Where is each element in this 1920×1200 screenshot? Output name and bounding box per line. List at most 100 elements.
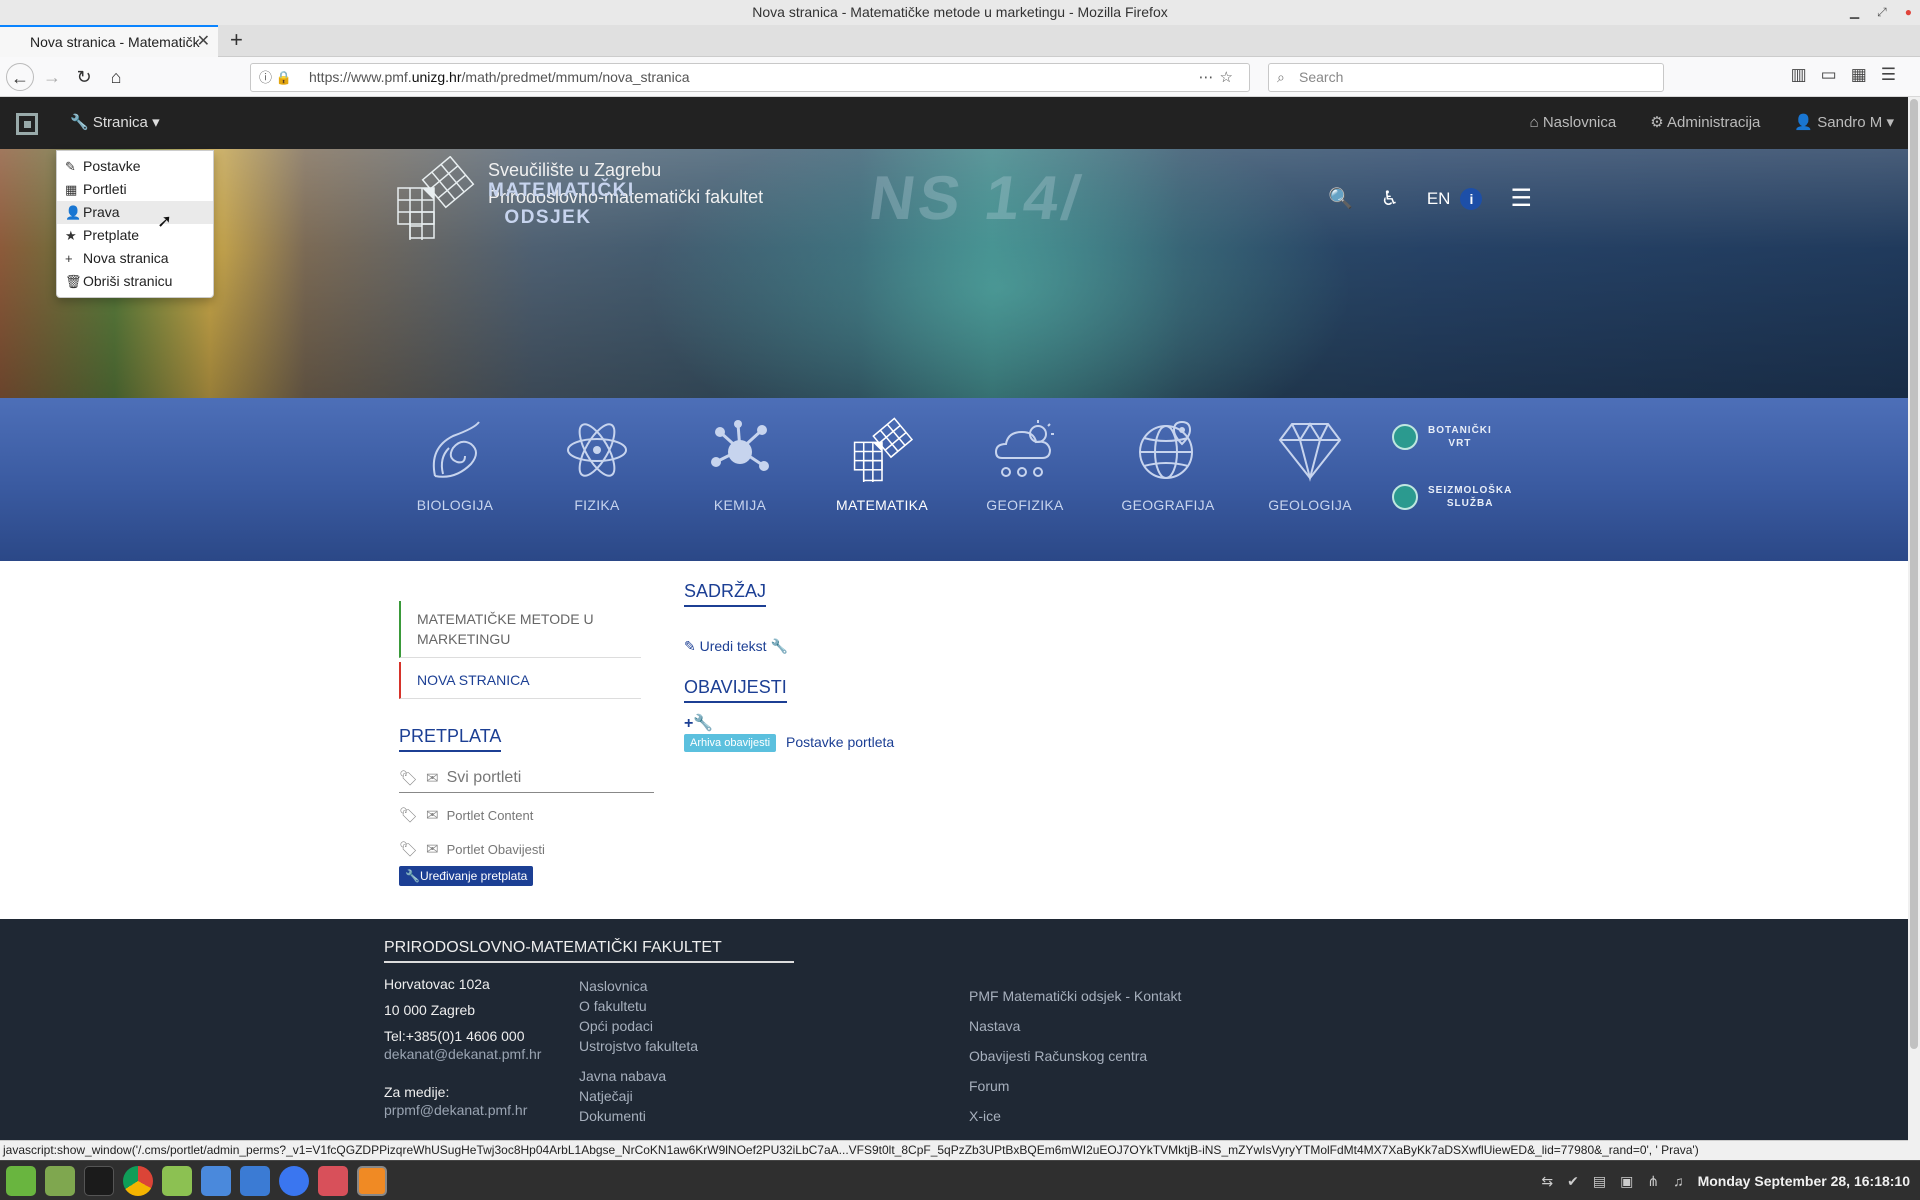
envelope-icon: ✉ <box>426 770 439 787</box>
arhiva-obavijesti-button[interactable]: Arhiva obavijesti <box>684 734 777 752</box>
page-scrollbar[interactable] <box>1908 97 1920 1160</box>
institution-name[interactable]: Sveučilište u Zagrebu Prirodoslovno-mate… <box>488 157 763 228</box>
screenshot-tray-icon[interactable]: ▣ <box>1620 1161 1633 1200</box>
footer-link[interactable]: Javna nabava <box>579 1066 698 1086</box>
shield-icon[interactable]: ✔ <box>1567 1161 1579 1200</box>
leftnav-item-nova-stranica[interactable]: NOVA STRANICA <box>399 662 641 699</box>
dept-kemija[interactable]: KEMIJA <box>680 416 800 513</box>
dropdown-item-obrisi-stranicu[interactable]: 🗑Obriši stranicu <box>57 270 213 293</box>
administracija-link[interactable]: ⚙ Administracija <box>1650 97 1760 149</box>
cms-logo-icon[interactable] <box>16 113 38 135</box>
dept-label: KEMIJA <box>713 497 767 513</box>
minimize-icon[interactable]: ▁ <box>1850 0 1859 25</box>
chrome-icon[interactable] <box>123 1166 153 1196</box>
edit-text-link[interactable]: ✎ Uredi tekst 🔧 <box>684 638 788 655</box>
library-icon[interactable]: ▥ <box>1791 65 1821 84</box>
footer-email-media[interactable]: prpmf@dekanat.pmf.hr <box>384 1102 541 1118</box>
new-tab-icon[interactable]: + <box>230 25 243 55</box>
subscription-portlet-obavijesti[interactable]: 🏷 ✉ Portlet Obavijesti <box>399 840 545 858</box>
scrollbar-thumb[interactable] <box>1910 99 1918 1049</box>
show-desktop-icon[interactable] <box>45 1166 75 1196</box>
clock[interactable]: Monday September 28, 16:18:10 <box>1698 1161 1910 1200</box>
url-bar[interactable]: ⓘ 🔒 https://www.pmf.unizg.hr/math/predme… <box>250 63 1250 92</box>
footer-link[interactable]: Dokumenti <box>579 1106 698 1126</box>
footer-link[interactable]: Natječaji <box>579 1086 698 1106</box>
menu-icon[interactable]: ☰ <box>1881 65 1910 84</box>
wrench-icon[interactable]: 🔧 <box>693 715 713 732</box>
mint-menu-icon[interactable] <box>6 1166 36 1196</box>
files-icon[interactable] <box>162 1166 192 1196</box>
department-nav: BIOLOGIJA FIZIKA KEMIJA MATEMATIKA GEOFI… <box>0 398 1908 561</box>
user-menu[interactable]: 👤 Sandro M ▾ <box>1794 97 1894 149</box>
edit-subscriptions-button[interactable]: 🔧Uređivanje pretplata <box>399 866 534 886</box>
footer-link[interactable]: PMF Matematički odsjek - Kontakt <box>969 981 1181 1011</box>
sidebar-icon[interactable]: ▭ <box>1821 65 1851 84</box>
search-icon[interactable]: 🔍 <box>1328 186 1353 211</box>
close-window-icon[interactable]: ● <box>1905 0 1912 25</box>
dept-geofizika[interactable]: GEOFIZIKA <box>965 416 1085 513</box>
teamviewer-icon[interactable]: ⇆ <box>1541 1161 1553 1200</box>
hamburger-menu-icon[interactable]: ☰ <box>1510 184 1532 213</box>
browser-tab-active[interactable]: Nova stranica - Matematičk ✕ <box>0 25 218 57</box>
dropdown-item-portleti[interactable]: ▦ Portleti <box>57 178 213 201</box>
tab-close-icon[interactable]: ✕ <box>197 27 210 57</box>
portlet-settings-link[interactable]: Postavke portleta <box>786 734 894 750</box>
footer-link[interactable]: Obavijesti Računskog centra <box>969 1041 1181 1071</box>
mail-icon[interactable] <box>201 1166 231 1196</box>
forward-icon[interactable]: → <box>38 63 66 91</box>
shell-icon <box>432 421 480 478</box>
dept-geografija[interactable]: GEOGRAFIJA <box>1108 416 1228 513</box>
dept-seizmoloska-sluzba[interactable]: SEIZMOLOŠKA SLUŽBA <box>1392 484 1532 510</box>
clipboard-icon[interactable]: ▤ <box>1593 1161 1606 1200</box>
terminal-icon[interactable] <box>84 1166 114 1196</box>
dept-fizika[interactable]: FIZIKA <box>537 416 657 513</box>
footer-link[interactable]: Naslovnica <box>579 976 698 996</box>
network-icon[interactable]: ⋔ <box>1647 1161 1659 1200</box>
sound-icon[interactable]: ♫ <box>1673 1161 1684 1200</box>
stranica-menu-button[interactable]: 🔧 Stranica ▾ <box>70 97 160 149</box>
screenshot-icon[interactable] <box>240 1166 270 1196</box>
leftnav-item-course[interactable]: MATEMATIČKE METODE U MARKETINGU <box>399 601 641 658</box>
subscription-portlet-content[interactable]: 🏷 ✉ Portlet Content <box>399 806 533 824</box>
back-icon[interactable]: ← <box>6 63 34 91</box>
botanicki-label-2: VRT <box>1448 438 1472 449</box>
faculty-grid-logo-icon[interactable] <box>392 156 476 240</box>
footer-link[interactable]: Nastava <box>969 1011 1181 1041</box>
site-info-icon[interactable]: ⓘ 🔒 <box>259 64 292 91</box>
footer-link[interactable]: X-ice <box>969 1101 1181 1131</box>
extensions-icon[interactable]: ▦ <box>1851 65 1881 84</box>
banner-background-lettering: NS 14/ <box>865 164 1089 233</box>
reader-icon[interactable] <box>318 1166 348 1196</box>
dropdown-item-prava[interactable]: 👤 Prava <box>57 201 213 224</box>
wrench-icon[interactable]: 🔧 <box>770 638 787 654</box>
search-bar[interactable]: ⌕ Search <box>1268 63 1664 92</box>
language-switch[interactable]: EN <box>1427 189 1451 209</box>
dropdown-item-postavke[interactable]: ✎ Postavke <box>57 155 213 178</box>
obavijesti-heading: OBAVIJESTI <box>684 677 787 703</box>
signal-icon[interactable] <box>279 1166 309 1196</box>
firefox-icon[interactable] <box>357 1166 387 1196</box>
dept-geologija[interactable]: GEOLOGIJA <box>1250 416 1370 513</box>
reload-icon[interactable]: ↻ <box>70 63 98 91</box>
dept-matematika[interactable]: MATEMATIKA <box>822 416 942 513</box>
naslovnica-link[interactable]: ⌂ Naslovnica <box>1530 97 1617 149</box>
main-content: MATEMATIČKE METODE U MARKETINGU NOVA STR… <box>0 561 1908 919</box>
footer-link[interactable]: Forum <box>969 1071 1181 1101</box>
dept-biologija[interactable]: BIOLOGIJA <box>395 416 515 513</box>
maximize-icon[interactable]: ⤢ <box>1877 0 1887 25</box>
user-icon: 👤 <box>1794 114 1814 131</box>
accessibility-icon[interactable]: ♿ <box>1381 186 1399 211</box>
add-plus-icon[interactable]: + <box>684 715 693 732</box>
subscription-all-portlets[interactable]: 🏷 ✉ Svi portleti <box>399 769 654 793</box>
dept-botanicki-vrt[interactable]: BOTANIČKI VRT <box>1392 424 1532 450</box>
footer-link[interactable]: Opći podaci <box>579 1016 698 1036</box>
dropdown-item-nova-stranica[interactable]: + Nova stranica <box>57 247 213 270</box>
home-icon[interactable]: ⌂ <box>102 63 130 91</box>
info-icon[interactable]: i <box>1460 187 1483 210</box>
page-actions-icon[interactable]: ⋯☆ <box>1199 64 1239 91</box>
footer-email-dekanat[interactable]: dekanat@dekanat.pmf.hr <box>384 1046 541 1062</box>
dropdown-item-pretplate[interactable]: ★ Pretplate <box>57 224 213 247</box>
footer-link[interactable]: Ustrojstvo fakulteta <box>579 1036 698 1056</box>
footer-link[interactable]: O fakultetu <box>579 996 698 1016</box>
dept-label: BIOLOGIJA <box>416 497 494 513</box>
